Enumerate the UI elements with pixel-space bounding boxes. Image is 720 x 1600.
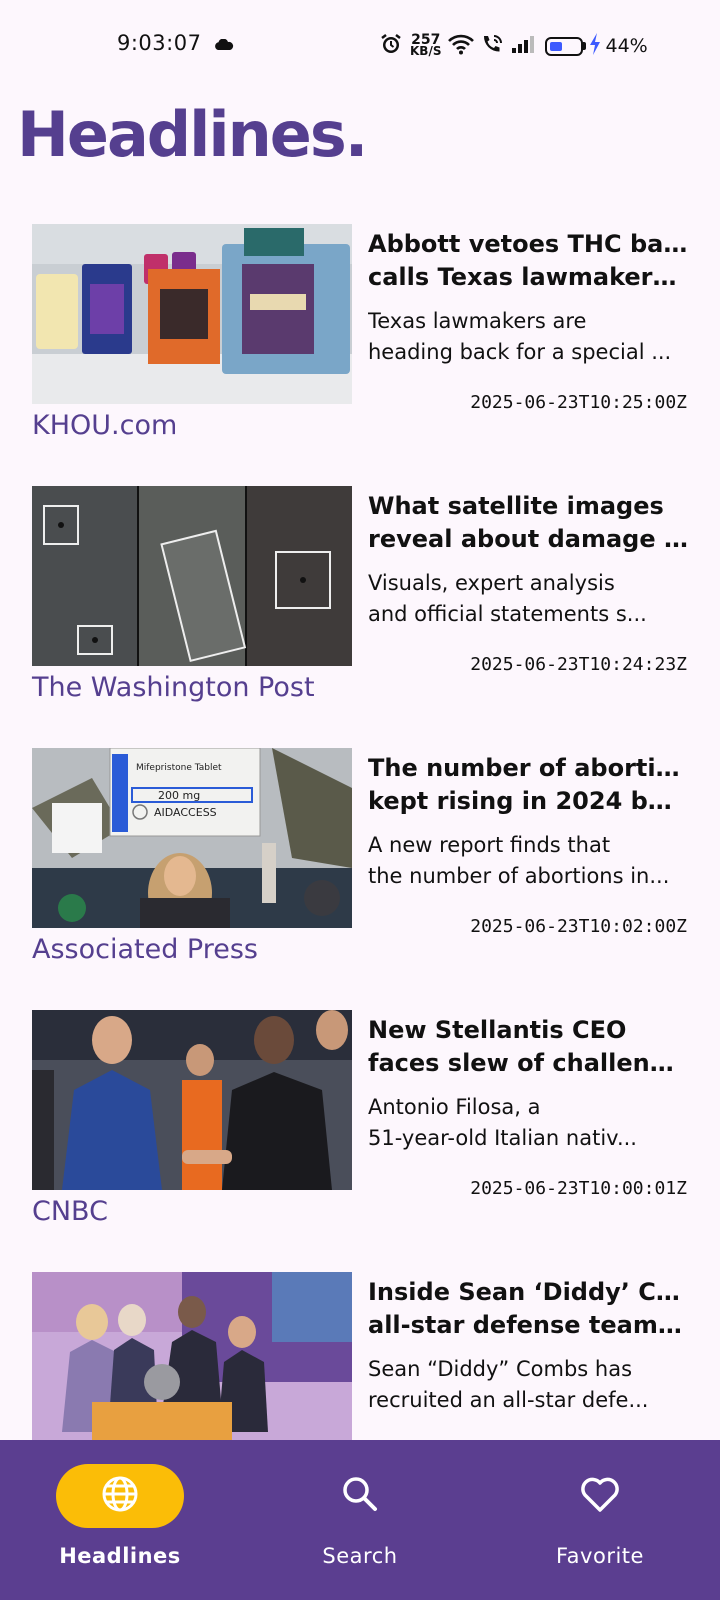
news-card[interactable]: Abbott vetoes THC ban, calls Texas lawma… — [0, 224, 720, 464]
nav-icon-container — [536, 1464, 664, 1528]
news-card[interactable]: New Stellantis CEO faces slew of challen… — [0, 1010, 720, 1250]
summary-line: recruited an all-star defe... — [368, 1388, 649, 1412]
headline-line: calls Texas lawmakers b... — [368, 263, 688, 291]
article-summary: Texas lawmakers are heading back for a s… — [368, 306, 688, 368]
nav-label-headlines: Headlines — [59, 1544, 181, 1568]
article-source: KHOU.com — [32, 410, 178, 441]
wifi-icon — [447, 33, 475, 59]
article-headline: The number of abortions kept rising in 2… — [368, 752, 688, 818]
summary-line: Antonio Filosa, a — [368, 1095, 541, 1119]
article-summary: Visuals, expert analysis and official st… — [368, 568, 688, 630]
summary-line: heading back for a special ... — [368, 340, 672, 364]
nav-label-search: Search — [322, 1544, 398, 1568]
news-card[interactable]: What satellite images reveal about damag… — [0, 486, 720, 726]
headline-line: New Stellantis CEO — [368, 1016, 627, 1044]
sign-text: AIDACCESS — [154, 806, 217, 819]
signal-icon — [511, 34, 537, 58]
nav-icon-container — [296, 1464, 424, 1528]
bottom-navigation: Headlines Search Favorite — [0, 1440, 720, 1600]
article-summary: Sean “Diddy” Combs has recruited an all-… — [368, 1354, 688, 1416]
summary-line: and official statements s... — [368, 602, 647, 626]
article-timestamp: 2025-06-23T10:02:00Z — [470, 916, 687, 937]
nav-item-headlines[interactable]: Headlines — [30, 1440, 210, 1600]
article-source: CNBC — [32, 1196, 108, 1227]
search-icon — [340, 1474, 380, 1518]
summary-line: Texas lawmakers are — [368, 309, 587, 333]
article-headline: Inside Sean ‘Diddy’ Combs’ all-star defe… — [368, 1276, 688, 1342]
alarm-icon — [380, 33, 402, 59]
headline-line: Inside Sean ‘Diddy’ Combs’ — [368, 1278, 688, 1306]
status-time: 9:03:07 — [117, 31, 202, 55]
headline-line: faces slew of challenges... — [368, 1049, 688, 1077]
article-timestamp: 2025-06-23T10:24:23Z — [470, 654, 687, 675]
headline-line: reveal about damage to I... — [368, 525, 688, 553]
headline-line: kept rising in 2024 beca... — [368, 787, 688, 815]
article-summary: A new report finds that the number of ab… — [368, 830, 688, 892]
headline-line: Abbott vetoes THC ban, — [368, 230, 688, 258]
page-title: Headlines. — [17, 98, 368, 171]
nav-item-favorite[interactable]: Favorite — [510, 1440, 690, 1600]
summary-line: 51-year-old Italian nativ... — [368, 1126, 637, 1150]
net-speed: 257 KB/S — [410, 33, 442, 58]
nav-active-indicator[interactable] — [56, 1464, 184, 1528]
article-image: Mifepristone Tablet 200 mg AIDACCESS — [32, 748, 352, 928]
sign-text: 200 mg — [158, 789, 200, 802]
headline-line: all-star defense team -... — [368, 1311, 688, 1339]
nav-item-search[interactable]: Search — [270, 1440, 450, 1600]
news-card[interactable]: Mifepristone Tablet 200 mg AIDACCESS The… — [0, 748, 720, 988]
article-headline: Abbott vetoes THC ban, calls Texas lawma… — [368, 228, 688, 294]
article-image — [32, 224, 352, 404]
article-image — [32, 1010, 352, 1190]
battery-icon — [545, 36, 587, 56]
nav-label-favorite: Favorite — [556, 1544, 644, 1568]
sign-text: Mifepristone Tablet — [136, 763, 222, 773]
article-summary: Antonio Filosa, a 51-year-old Italian na… — [368, 1092, 688, 1154]
article-headline: What satellite images reveal about damag… — [368, 490, 688, 556]
article-timestamp: 2025-06-23T10:00:01Z — [470, 1178, 687, 1199]
wifi-call-icon — [481, 33, 505, 59]
article-source: The Washington Post — [32, 672, 315, 703]
summary-line: A new report finds that — [368, 833, 611, 857]
summary-line: Sean “Diddy” Combs has — [368, 1357, 633, 1381]
summary-line: Visuals, expert analysis — [368, 571, 615, 595]
globe-icon — [100, 1474, 140, 1518]
status-bar: 9:03:07 257 KB/S 44% — [0, 0, 720, 90]
charging-icon — [589, 33, 601, 59]
article-image — [32, 486, 352, 666]
article-headline: New Stellantis CEO faces slew of challen… — [368, 1014, 688, 1080]
summary-line: the number of abortions in... — [368, 864, 670, 888]
battery-percent: 44% — [605, 35, 648, 57]
headline-line: The number of abortions — [368, 754, 688, 782]
heart-icon — [579, 1474, 621, 1518]
article-timestamp: 2025-06-23T10:25:00Z — [470, 392, 687, 413]
cloud-icon — [214, 36, 234, 55]
article-source: Associated Press — [32, 934, 258, 965]
status-indicators: 257 KB/S 44% — [380, 30, 648, 62]
headline-line: What satellite images — [368, 492, 664, 520]
article-image — [32, 1272, 352, 1452]
net-speed-unit: KB/S — [410, 44, 442, 58]
